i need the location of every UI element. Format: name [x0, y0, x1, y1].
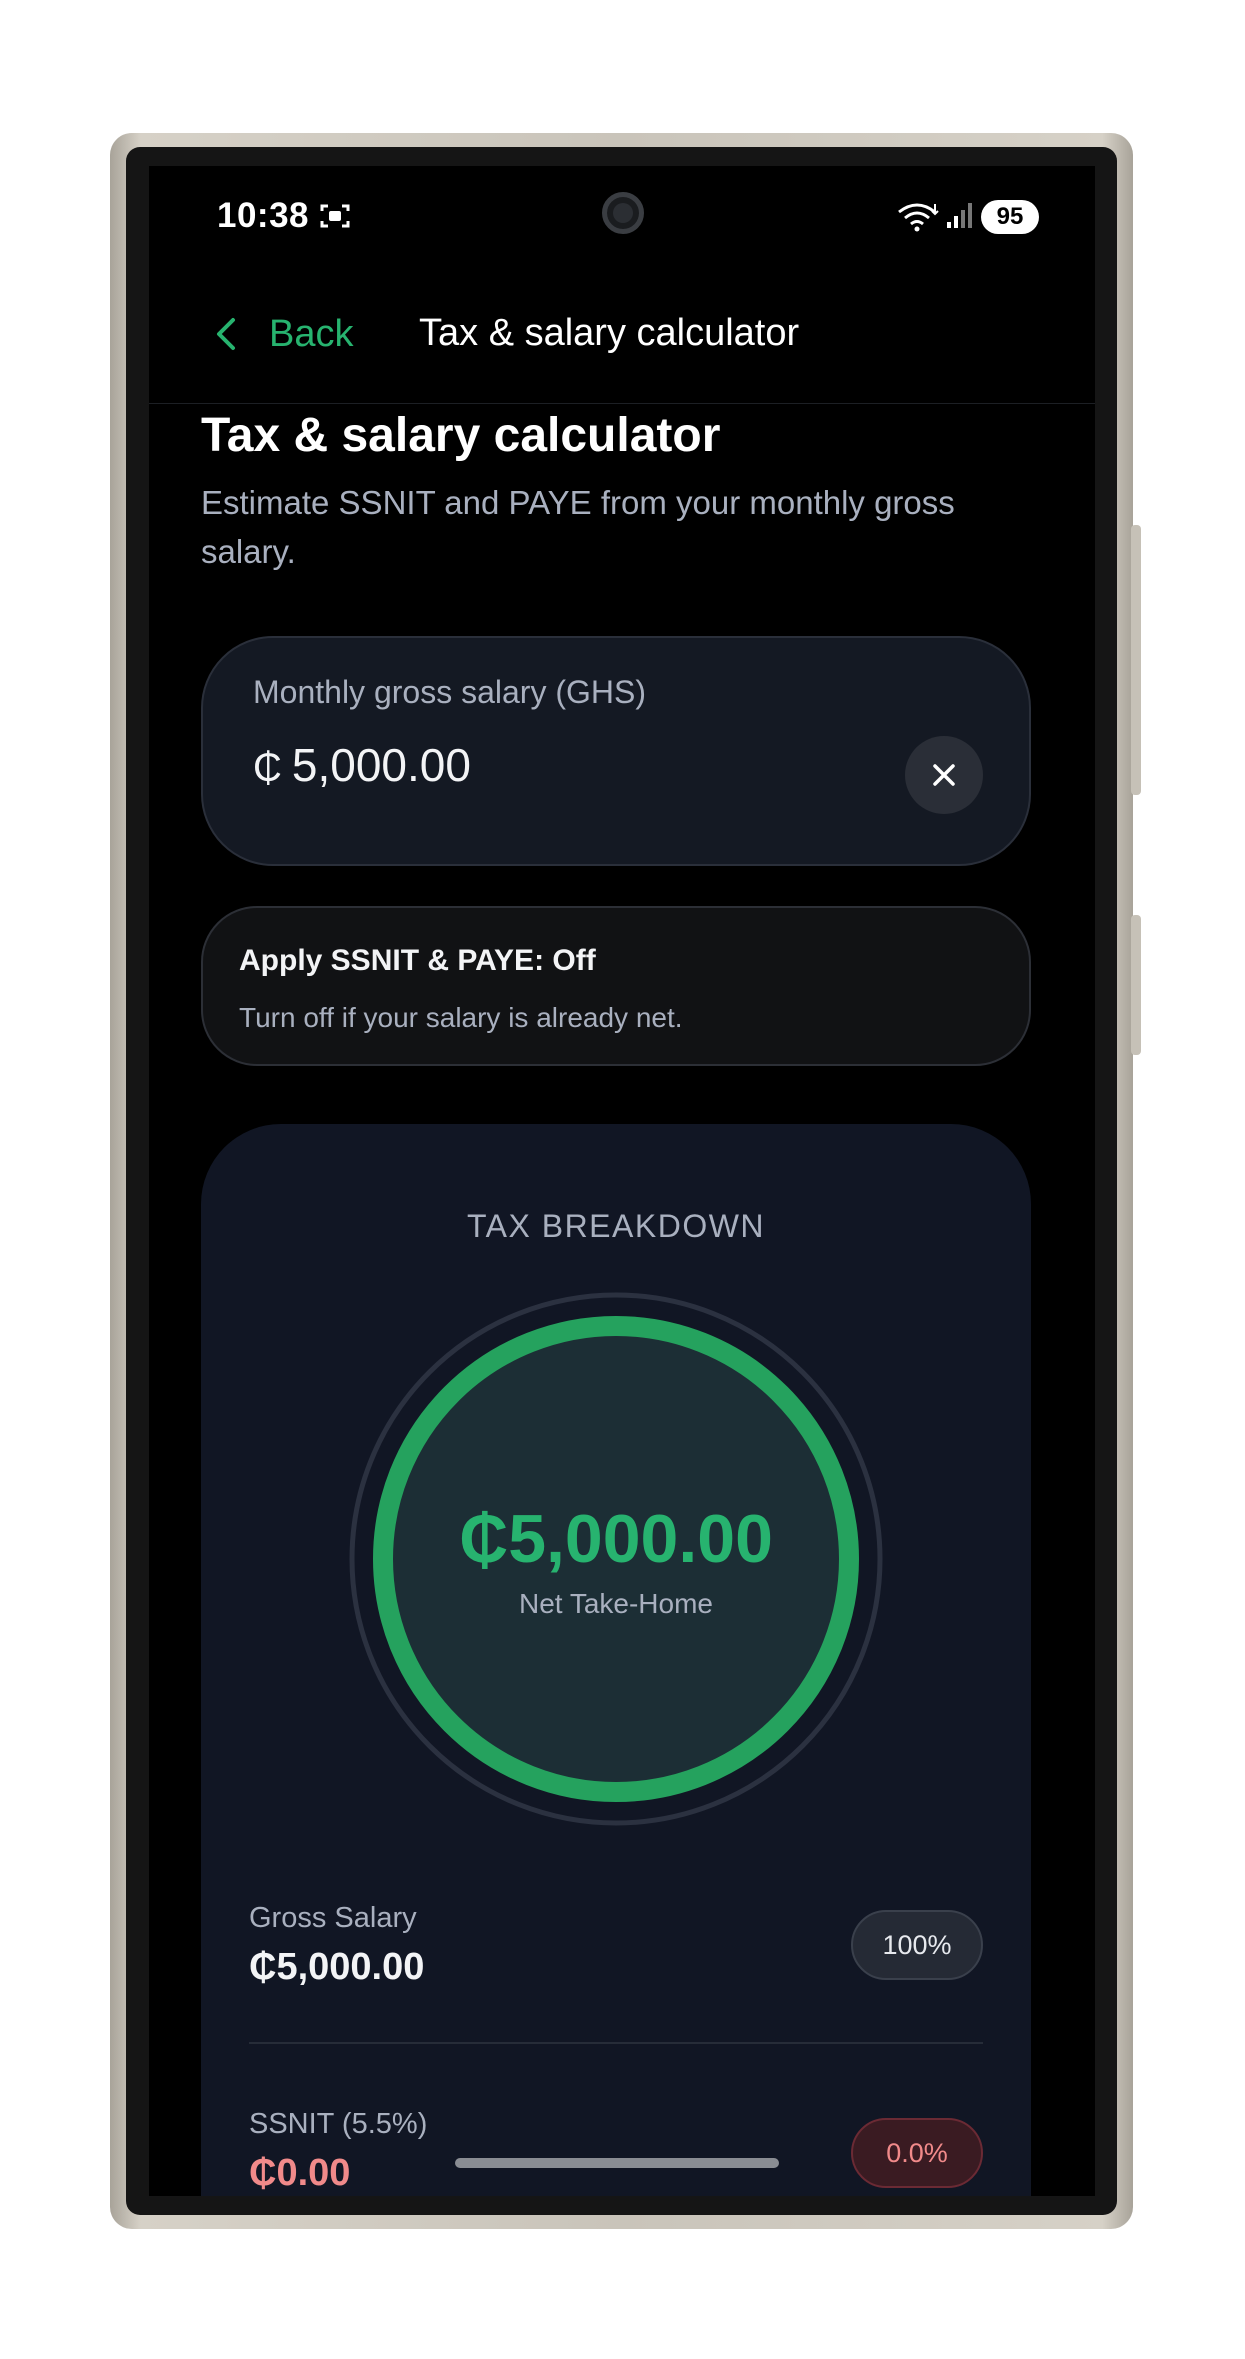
wifi-icon: [898, 203, 939, 232]
volume-button: [1131, 525, 1141, 795]
ssnit-value: ₵0.00: [249, 2152, 351, 2194]
screenshot-icon: [320, 204, 350, 228]
row-divider: [249, 2042, 983, 2044]
page-title: Tax & salary calculator: [201, 409, 721, 462]
breakdown-title: TAX BREAKDOWN: [466, 1208, 766, 1244]
back-label: Back: [269, 312, 354, 355]
home-indicator[interactable]: [455, 2158, 779, 2168]
back-button[interactable]: Back: [213, 306, 353, 362]
gross-salary-value: ₵5,000.00: [249, 1946, 425, 1988]
battery-badge: 95: [981, 200, 1039, 234]
clear-button[interactable]: [905, 736, 983, 814]
nav-bar: Back Tax & salary calculator: [149, 266, 1095, 404]
net-take-home-value: ₵5,000.00: [459, 1501, 773, 1577]
chevron-left-icon: [217, 318, 235, 350]
salary-input-label: Monthly gross salary (GHS): [253, 674, 646, 710]
status-time: 10:38: [217, 196, 310, 235]
salary-input-value: 5,000.00: [291, 739, 471, 791]
gross-salary-label: Gross Salary: [249, 1902, 417, 1934]
close-icon: [933, 764, 955, 786]
ssnit-percent-badge: 0.0%: [851, 2118, 983, 2188]
ssnit-label: SSNIT (5.5%): [249, 2108, 428, 2140]
screen: 10:38 95 Back Tax & salary calculator Ta…: [149, 166, 1095, 2196]
apply-tax-toggle[interactable]: Apply SSNIT & PAYE: Off Turn off if your…: [201, 906, 1031, 1066]
net-donut-chart: ₵5,000.00 Net Take-Home: [349, 1292, 883, 1826]
toggle-title: Apply SSNIT & PAYE: Off: [239, 944, 596, 977]
salary-input[interactable]: ₵ 5,000.00: [253, 738, 471, 792]
page-subtitle: Estimate SSNIT and PAYE from your monthl…: [201, 484, 955, 570]
gross-percent-badge: 100%: [851, 1910, 983, 1980]
nav-title: Tax & salary calculator: [419, 312, 800, 354]
currency-symbol: ₵: [253, 746, 282, 790]
net-take-home-label: Net Take-Home: [518, 1588, 713, 1619]
power-button: [1131, 915, 1141, 1055]
front-camera: [602, 192, 644, 234]
toggle-description: Turn off if your salary is already net.: [239, 1002, 683, 1033]
tax-breakdown-card: TAX BREAKDOWN ₵5,000.00 Net Take-Home Gr…: [201, 1124, 1031, 2196]
salary-input-card[interactable]: Monthly gross salary (GHS) ₵ 5,000.00: [201, 636, 1031, 866]
status-bar: 10:38 95: [149, 166, 1095, 266]
signal-icon: [947, 203, 972, 228]
